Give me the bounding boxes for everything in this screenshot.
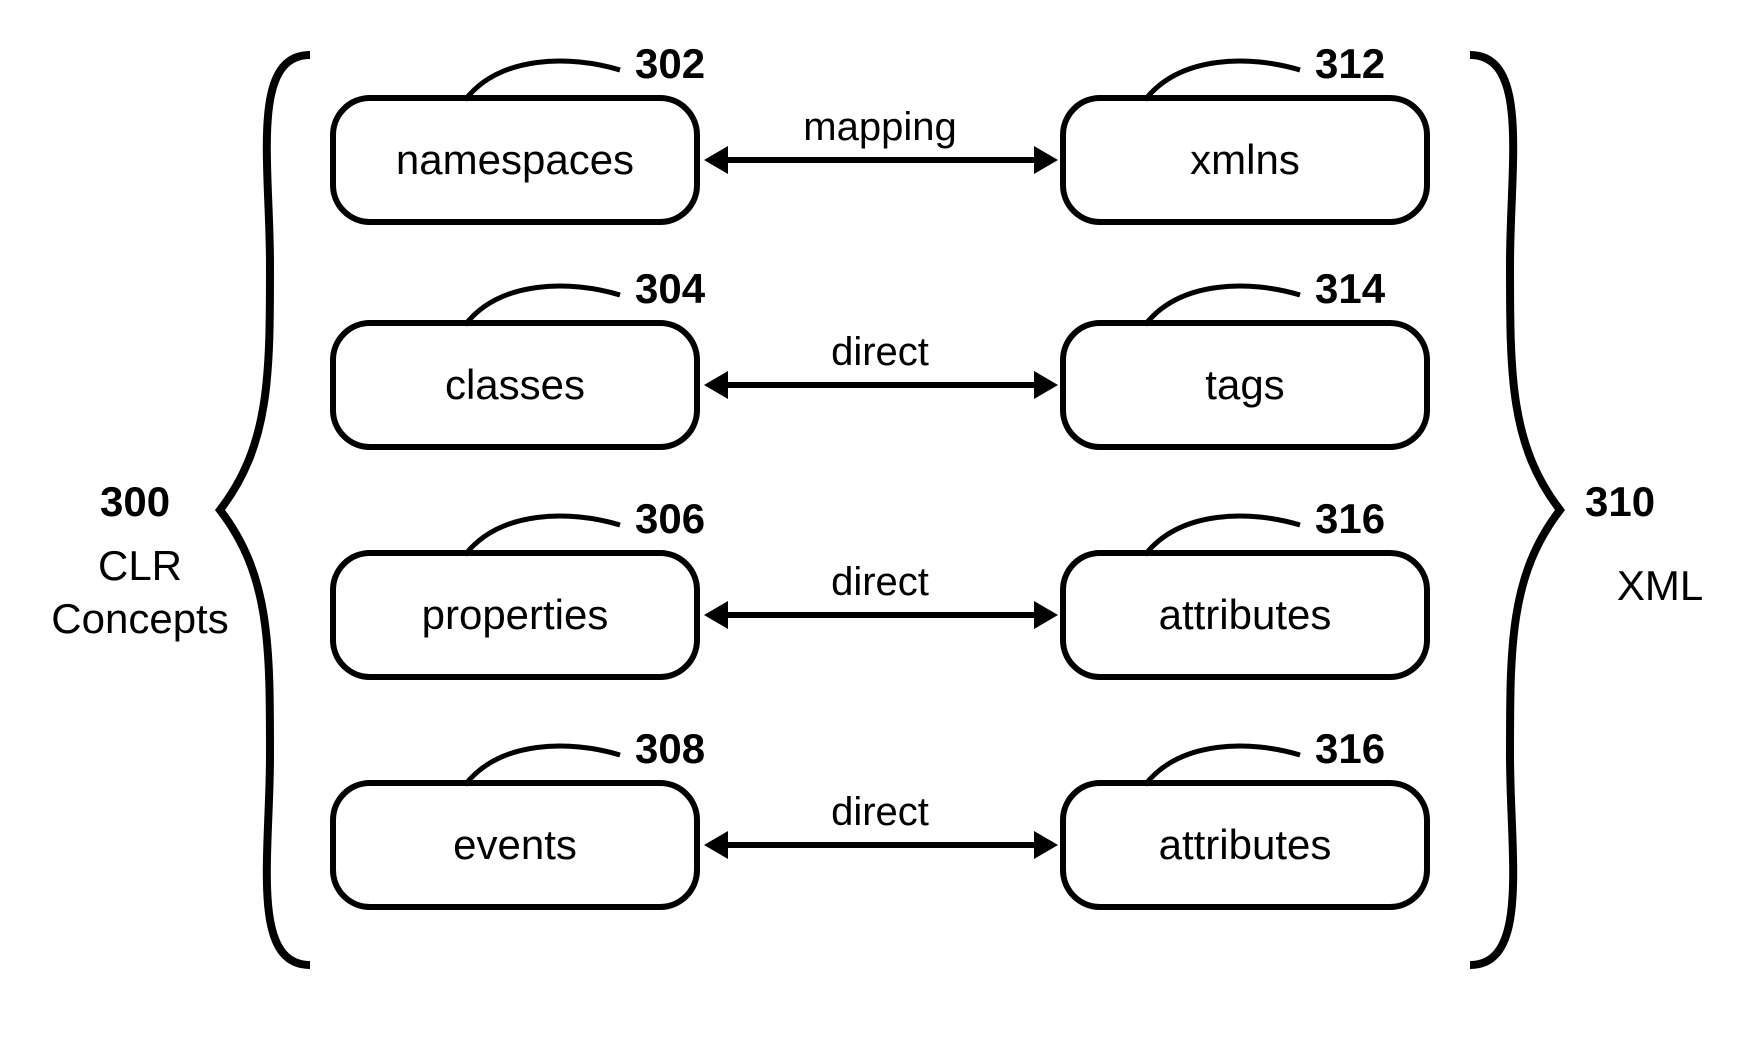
arrow-line-4	[726, 842, 1036, 848]
left-group-ref: 300	[100, 478, 170, 526]
ref-308: 308	[635, 725, 705, 773]
arrow-line-1	[726, 157, 1036, 163]
node-properties: properties	[330, 550, 700, 680]
arrow-left-4	[704, 831, 728, 859]
node-namespaces: namespaces	[330, 95, 700, 225]
node-attributes-1: attributes	[1060, 550, 1430, 680]
ref-314: 314	[1315, 265, 1385, 313]
callout-302	[460, 45, 630, 105]
edge-label-1: mapping	[770, 105, 990, 150]
ref-302: 302	[635, 40, 705, 88]
callout-306	[460, 500, 630, 560]
callout-312	[1140, 45, 1310, 105]
arrow-left-1	[704, 146, 728, 174]
right-group-ref: 310	[1585, 478, 1655, 526]
node-xmlns-text: xmlns	[1190, 136, 1300, 184]
left-group-label: CLR Concepts	[30, 540, 250, 645]
ref-306: 306	[635, 495, 705, 543]
node-classes-text: classes	[445, 361, 585, 409]
callout-314	[1140, 270, 1310, 330]
node-tags-text: tags	[1205, 361, 1284, 409]
edge-label-3: direct	[770, 560, 990, 605]
arrow-right-2	[1034, 371, 1058, 399]
node-tags: tags	[1060, 320, 1430, 450]
arrow-left-2	[704, 371, 728, 399]
node-classes: classes	[330, 320, 700, 450]
callout-308	[460, 730, 630, 790]
left-group-label-line2: Concepts	[51, 595, 228, 642]
node-attributes-1-text: attributes	[1159, 591, 1332, 639]
ref-304: 304	[635, 265, 705, 313]
left-group-label-line1: CLR	[98, 542, 182, 589]
node-properties-text: properties	[422, 591, 609, 639]
left-brace-icon	[210, 45, 330, 975]
arrow-line-3	[726, 612, 1036, 618]
node-xmlns: xmlns	[1060, 95, 1430, 225]
node-namespaces-text: namespaces	[396, 136, 634, 184]
node-events-text: events	[453, 821, 577, 869]
callout-316b	[1140, 730, 1310, 790]
ref-312: 312	[1315, 40, 1385, 88]
arrow **-right-3	[1034, 601, 1058, 629]
node-attributes-2: attributes	[1060, 780, 1430, 910]
arrow-line-2	[726, 382, 1036, 388]
ref-316a: 316	[1315, 495, 1385, 543]
diagram-stage: 300 CLR Concepts 310 XML namespaces 302 …	[0, 0, 1752, 1038]
callout-304	[460, 270, 630, 330]
node-events: events	[330, 780, 700, 910]
ref-316b: 316	[1315, 725, 1385, 773]
right-group-label: XML	[1590, 560, 1730, 613]
right-brace-icon	[1450, 45, 1570, 975]
node-attributes-2-text: attributes	[1159, 821, 1332, 869]
edge-label-2: direct	[770, 330, 990, 375]
callout-316a	[1140, 500, 1310, 560]
edge-label-4: direct	[770, 790, 990, 835]
arrow-left-3	[704, 601, 728, 629]
arrow-right-1	[1034, 146, 1058, 174]
arrow-right-4	[1034, 831, 1058, 859]
